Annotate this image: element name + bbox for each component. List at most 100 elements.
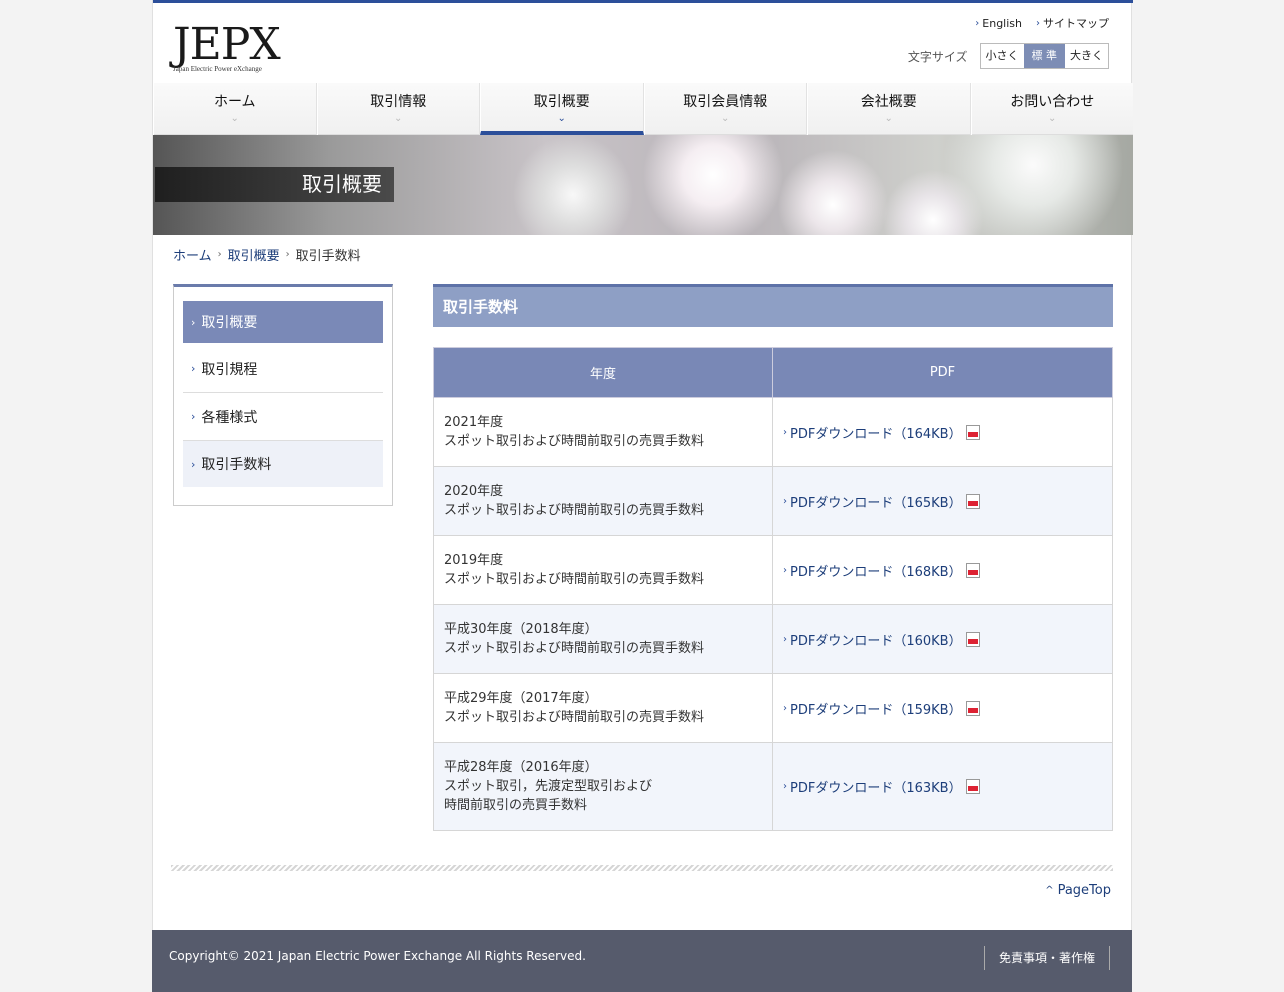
nav-label: 会社概要 <box>860 94 917 110</box>
fee-description: スポット取引および時間前取引の売買手数料 <box>444 572 705 587</box>
year-cell: 2019年度スポット取引および時間前取引の売買手数料 <box>433 535 773 605</box>
year-cell: 2021年度スポット取引および時間前取引の売買手数料 <box>433 397 773 467</box>
nav-trade-info[interactable]: 取引情報 ⌄ <box>316 83 480 135</box>
sidebar-item-fees[interactable]: › 取引手数料 <box>183 441 383 487</box>
disclaimer-link[interactable]: 免責事項・著作権 <box>983 946 1110 970</box>
column-header-year: 年度 <box>433 347 773 398</box>
fee-description: スポット取引および時間前取引の売買手数料 <box>444 434 705 449</box>
utility-links: › English › サイトマップ <box>975 15 1109 31</box>
nav-label: 取引情報 <box>370 94 427 110</box>
chevron-down-icon: ⌄ <box>557 113 566 124</box>
main-content: 取引手数料 年度 PDF 2021年度スポット取引および時間前取引の売買手数料 … <box>433 284 1113 831</box>
pdf-download-link[interactable]: › PDFダウンロード（159KB） <box>783 699 1112 718</box>
breadcrumb-current: 取引手数料 <box>295 249 361 264</box>
nav-contact[interactable]: お問い合わせ ⌄ <box>970 83 1134 135</box>
pdf-link-label: PDFダウンロード（164KB） <box>790 426 962 442</box>
year-label: 2019年度 <box>444 553 504 568</box>
table-header-row: 年度 PDF <box>433 347 1113 398</box>
nav-label: お問い合わせ <box>1010 94 1095 110</box>
table-row: 2020年度スポット取引および時間前取引の売買手数料 › PDFダウンロード（16… <box>433 466 1113 536</box>
breadcrumb-overview[interactable]: 取引概要 <box>228 245 280 264</box>
content-divider <box>171 865 1113 871</box>
jepx-logo[interactable]: JEPX Japan Electric Power eXchange <box>173 19 283 74</box>
pdf-link-label: PDFダウンロード（168KB） <box>790 564 962 580</box>
fee-description: スポット取引および時間前取引の売買手数料 <box>444 503 705 518</box>
pdf-link-label: PDFダウンロード（160KB） <box>790 633 962 649</box>
chevron-right-icon: › <box>783 781 787 792</box>
chevron-right-icon: › <box>217 249 222 260</box>
fee-description-continued: 時間前取引の売買手数料 <box>444 798 588 813</box>
pdf-icon <box>965 779 980 794</box>
pdf-icon <box>965 424 980 440</box>
font-small-button[interactable]: 小さく <box>980 44 1024 68</box>
year-cell: 平成30年度（2018年度） スポット取引および時間前取引の売買手数料 <box>433 604 773 674</box>
pdf-download-link[interactable]: › PDFダウンロード（168KB） <box>783 561 1112 580</box>
year-label: 平成28年度（2016年度） <box>444 760 598 775</box>
year-label: 2021年度 <box>444 415 504 430</box>
breadcrumb: ホーム › 取引概要 › 取引手数料 <box>173 245 361 264</box>
pdf-icon <box>965 493 980 509</box>
table-row: 平成28年度（2016年度） スポット取引，先渡定型取引および 時間前取引の売買手数… <box>433 742 1113 831</box>
sitemap-link[interactable]: › サイトマップ <box>1036 15 1109 31</box>
fee-description: スポット取引および時間前取引の売買手数料 <box>444 710 705 725</box>
pdf-cell: › PDFダウンロード（165KB） <box>772 466 1113 536</box>
footer: Copyright© 2021 Japan Electric Power Exc… <box>152 930 1132 992</box>
chevron-right-icon: › <box>191 457 196 471</box>
sidebar-item-forms[interactable]: › 各種様式 <box>183 393 383 441</box>
chevron-right-icon: › <box>783 633 787 645</box>
sidebar-item-rules[interactable]: › 取引規程 <box>183 345 383 393</box>
nav-company[interactable]: 会社概要 ⌄ <box>807 83 971 135</box>
chevron-right-icon: › <box>191 362 196 375</box>
header: JEPX Japan Electric Power eXchange › Engl… <box>153 3 1133 83</box>
font-large-button[interactable]: 大きく <box>1065 44 1108 68</box>
logo-text: JEPX <box>173 19 281 70</box>
year-label: 2020年度 <box>444 484 504 499</box>
sidebar-item-overview[interactable]: › 取引概要 <box>183 301 383 345</box>
fee-table: 年度 PDF 2021年度 スポット取引および時間前取引の売買手数料 › PDFダウ… <box>433 347 1113 831</box>
nav-trade-overview[interactable]: 取引概要 ⌄ <box>480 83 644 135</box>
pdf-cell: › PDFダウンロード（164KB） <box>772 397 1113 467</box>
chevron-right-icon: › <box>783 495 787 507</box>
table-row: 2021年度スポット取引および時間前取引の売買手数料 › PDFダウンロード（16… <box>433 397 1113 467</box>
chevron-down-icon: ⌄ <box>230 113 239 124</box>
global-nav: ホーム ⌄ 取引情報 ⌄ 取引概要 ⌄ 取引会員情報 ⌄ 会社概要 ⌄ お問い合わせ ⌄ <box>153 83 1133 135</box>
nav-home[interactable]: ホーム ⌄ <box>153 83 317 135</box>
chevron-down-icon: ⌄ <box>721 113 730 124</box>
nav-label: 取引概要 <box>533 94 590 110</box>
chevron-right-icon: › <box>783 702 787 714</box>
page-top-link[interactable]: ^ PageTop <box>1045 883 1111 898</box>
nav-member-info[interactable]: 取引会員情報 ⌄ <box>643 83 807 135</box>
breadcrumb-home[interactable]: ホーム <box>173 245 212 264</box>
pdf-cell: › PDFダウンロード（160KB） <box>772 604 1113 674</box>
pdf-link-label: PDFダウンロード（163KB） <box>790 781 962 796</box>
chevron-right-icon: › <box>191 410 196 423</box>
pdf-download-link[interactable]: › PDFダウンロード（160KB） <box>783 630 1112 649</box>
pdf-download-link[interactable]: › PDFダウンロード（165KB） <box>783 492 1112 511</box>
pdf-download-link[interactable]: › PDFダウンロード（164KB） <box>783 423 1112 442</box>
chevron-right-icon: › <box>285 249 290 260</box>
section-title: 取引手数料 <box>433 284 1113 327</box>
pdf-icon <box>965 631 980 647</box>
pdf-link-label: PDFダウンロード（159KB） <box>790 702 962 718</box>
year-cell: 平成29年度（2017年度） スポット取引および時間前取引の売買手数料 <box>433 673 773 743</box>
chevron-right-icon: › <box>783 426 787 438</box>
pdf-download-link[interactable]: › PDFダウンロード（163KB） <box>783 777 1112 796</box>
chevron-right-icon: › <box>1036 17 1040 29</box>
chevron-up-icon: ^ <box>1045 885 1054 896</box>
font-standard-button[interactable]: 標 準 <box>1023 44 1065 68</box>
year-label: 平成29年度（2017年度） <box>444 691 598 706</box>
chevron-right-icon: › <box>975 17 980 29</box>
sidebar-nav: › 取引概要 › 取引規程 › 各種様式 › 取引手数料 <box>173 284 393 506</box>
english-link[interactable]: › English <box>975 15 1022 31</box>
fee-description: スポット取引および時間前取引の売買手数料 <box>444 641 705 656</box>
table-row: 2019年度スポット取引および時間前取引の売買手数料 › PDFダウンロード（16… <box>433 535 1113 605</box>
pdf-cell: › PDFダウンロード（159KB） <box>772 673 1113 743</box>
fee-description: スポット取引，先渡定型取引および <box>444 779 653 794</box>
chevron-right-icon: › <box>191 315 196 329</box>
sidebar-item-label: 取引規程 <box>201 361 258 378</box>
pdf-cell: › PDFダウンロード（163KB） <box>772 742 1113 831</box>
year-label: 平成30年度（2018年度） <box>444 622 598 637</box>
pdf-icon <box>965 562 980 578</box>
chevron-down-icon: ⌄ <box>394 113 403 124</box>
chevron-down-icon: ⌄ <box>884 113 893 124</box>
